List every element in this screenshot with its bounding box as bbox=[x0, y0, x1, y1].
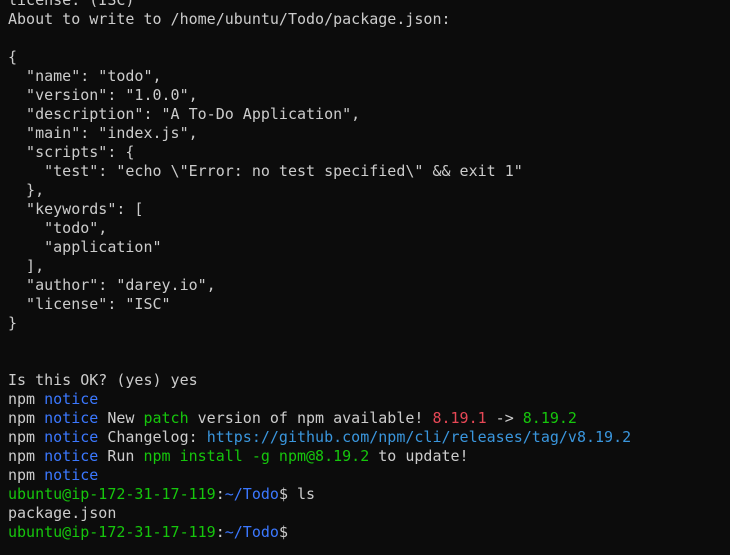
terminal-text-segment: npm bbox=[8, 390, 45, 408]
terminal-window[interactable]: license: (ISC) About to write to /home/ub… bbox=[0, 0, 730, 555]
terminal-text-segment: Changelog: bbox=[98, 428, 207, 446]
terminal-text-segment: notice bbox=[44, 390, 99, 408]
terminal-text-segment: "license": "ISC" bbox=[8, 295, 171, 313]
terminal-text-segment: https://github.com/npm/cli/releases/tag/… bbox=[206, 428, 632, 446]
terminal-line: About to write to /home/ubuntu/Todo/pack… bbox=[8, 10, 730, 29]
terminal-text-segment: $ ls bbox=[278, 485, 316, 503]
terminal-text-segment: }, bbox=[8, 181, 45, 199]
terminal-text-segment: : bbox=[215, 485, 225, 503]
terminal-line: npm notice Changelog: https://github.com… bbox=[8, 428, 730, 447]
terminal-text-segment: ~/Todo bbox=[224, 523, 279, 541]
terminal-line: npm notice New patch version of npm avai… bbox=[8, 409, 730, 428]
terminal-text-segment: { bbox=[8, 48, 18, 66]
terminal-line: "version": "1.0.0", bbox=[8, 86, 730, 105]
terminal-line: license: (ISC) bbox=[8, 0, 730, 10]
terminal-text-segment: : bbox=[215, 523, 225, 541]
terminal-line: "todo", bbox=[8, 219, 730, 238]
terminal-line: npm notice Run npm install -g npm@8.19.2… bbox=[8, 447, 730, 466]
terminal-text-segment: New bbox=[98, 409, 144, 427]
terminal-text-segment: notice bbox=[44, 466, 99, 484]
terminal-line: { bbox=[8, 48, 730, 67]
terminal-line: } bbox=[8, 314, 730, 333]
terminal-line: "scripts": { bbox=[8, 143, 730, 162]
terminal-text-segment: notice bbox=[44, 409, 99, 427]
terminal-text-segment: version of npm available! bbox=[188, 409, 433, 427]
terminal-text-segment: npm bbox=[8, 447, 45, 465]
terminal-text-segment: npm bbox=[8, 409, 45, 427]
terminal-line: "description": "A To-Do Application", bbox=[8, 105, 730, 124]
terminal-text-segment: "author": "darey.io", bbox=[8, 276, 216, 294]
terminal-line: "main": "index.js", bbox=[8, 124, 730, 143]
terminal-line: ], bbox=[8, 257, 730, 276]
terminal-text-segment: Is this OK? (yes) yes bbox=[8, 371, 198, 389]
terminal-text-segment: "main": "index.js", bbox=[8, 124, 198, 142]
terminal-text-segment: ubuntu@ip-172-31-17-119 bbox=[8, 485, 216, 503]
terminal-line: "name": "todo", bbox=[8, 67, 730, 86]
terminal-text-segment: license: (ISC) bbox=[8, 0, 135, 9]
terminal-text-segment: package.json bbox=[8, 504, 117, 522]
terminal-line: ubuntu@ip-172-31-17-119:~/Todo$ ls bbox=[8, 485, 730, 504]
terminal-line: "author": "darey.io", bbox=[8, 276, 730, 295]
terminal-line: "license": "ISC" bbox=[8, 295, 730, 314]
terminal-text-segment: -> bbox=[486, 409, 523, 427]
terminal-text-segment: "description": "A To-Do Application", bbox=[8, 105, 361, 123]
terminal-line: "application" bbox=[8, 238, 730, 257]
terminal-text-segment: npm install -g npm@8.19.2 bbox=[143, 447, 370, 465]
terminal-text-segment: $ bbox=[278, 523, 288, 541]
terminal-text-segment: About to write to /home/ubuntu/Todo/pack… bbox=[8, 10, 451, 28]
terminal-text-segment: ~/Todo bbox=[224, 485, 279, 503]
terminal-text-segment: "version": "1.0.0", bbox=[8, 86, 198, 104]
terminal-text-segment: npm bbox=[8, 466, 45, 484]
terminal-text-segment: "keywords": [ bbox=[8, 200, 144, 218]
terminal-line: npm notice bbox=[8, 466, 730, 485]
terminal-text-segment: notice bbox=[44, 447, 99, 465]
terminal-text-segment: "todo", bbox=[8, 219, 108, 237]
terminal-text-segment: ubuntu@ip-172-31-17-119 bbox=[8, 523, 216, 541]
terminal-line: "keywords": [ bbox=[8, 200, 730, 219]
terminal-line: package.json bbox=[8, 504, 730, 523]
terminal-text-segment: npm bbox=[8, 428, 45, 446]
terminal-text-segment: ], bbox=[8, 257, 45, 275]
terminal-text-segment: patch bbox=[143, 409, 189, 427]
terminal-line: }, bbox=[8, 181, 730, 200]
terminal-text-segment: } bbox=[8, 314, 18, 332]
terminal-text-segment: "test": "echo \"Error: no test specified… bbox=[8, 162, 523, 180]
terminal-text-segment: to update! bbox=[369, 447, 469, 465]
terminal-text-segment: "application" bbox=[8, 238, 162, 256]
terminal-text-segment: 8.19.2 bbox=[522, 409, 577, 427]
terminal-text-segment: notice bbox=[44, 428, 99, 446]
terminal-text-segment: "scripts": { bbox=[8, 143, 135, 161]
terminal-line: npm notice bbox=[8, 390, 730, 409]
terminal-output: license: (ISC) About to write to /home/ub… bbox=[8, 0, 730, 542]
terminal-line: ubuntu@ip-172-31-17-119:~/Todo$ bbox=[8, 523, 730, 542]
terminal-text-segment: Run bbox=[98, 447, 144, 465]
terminal-text-segment: "name": "todo", bbox=[8, 67, 162, 85]
terminal-line: Is this OK? (yes) yes bbox=[8, 371, 730, 390]
terminal-text-segment: 8.19.1 bbox=[432, 409, 487, 427]
terminal-line: "test": "echo \"Error: no test specified… bbox=[8, 162, 730, 181]
